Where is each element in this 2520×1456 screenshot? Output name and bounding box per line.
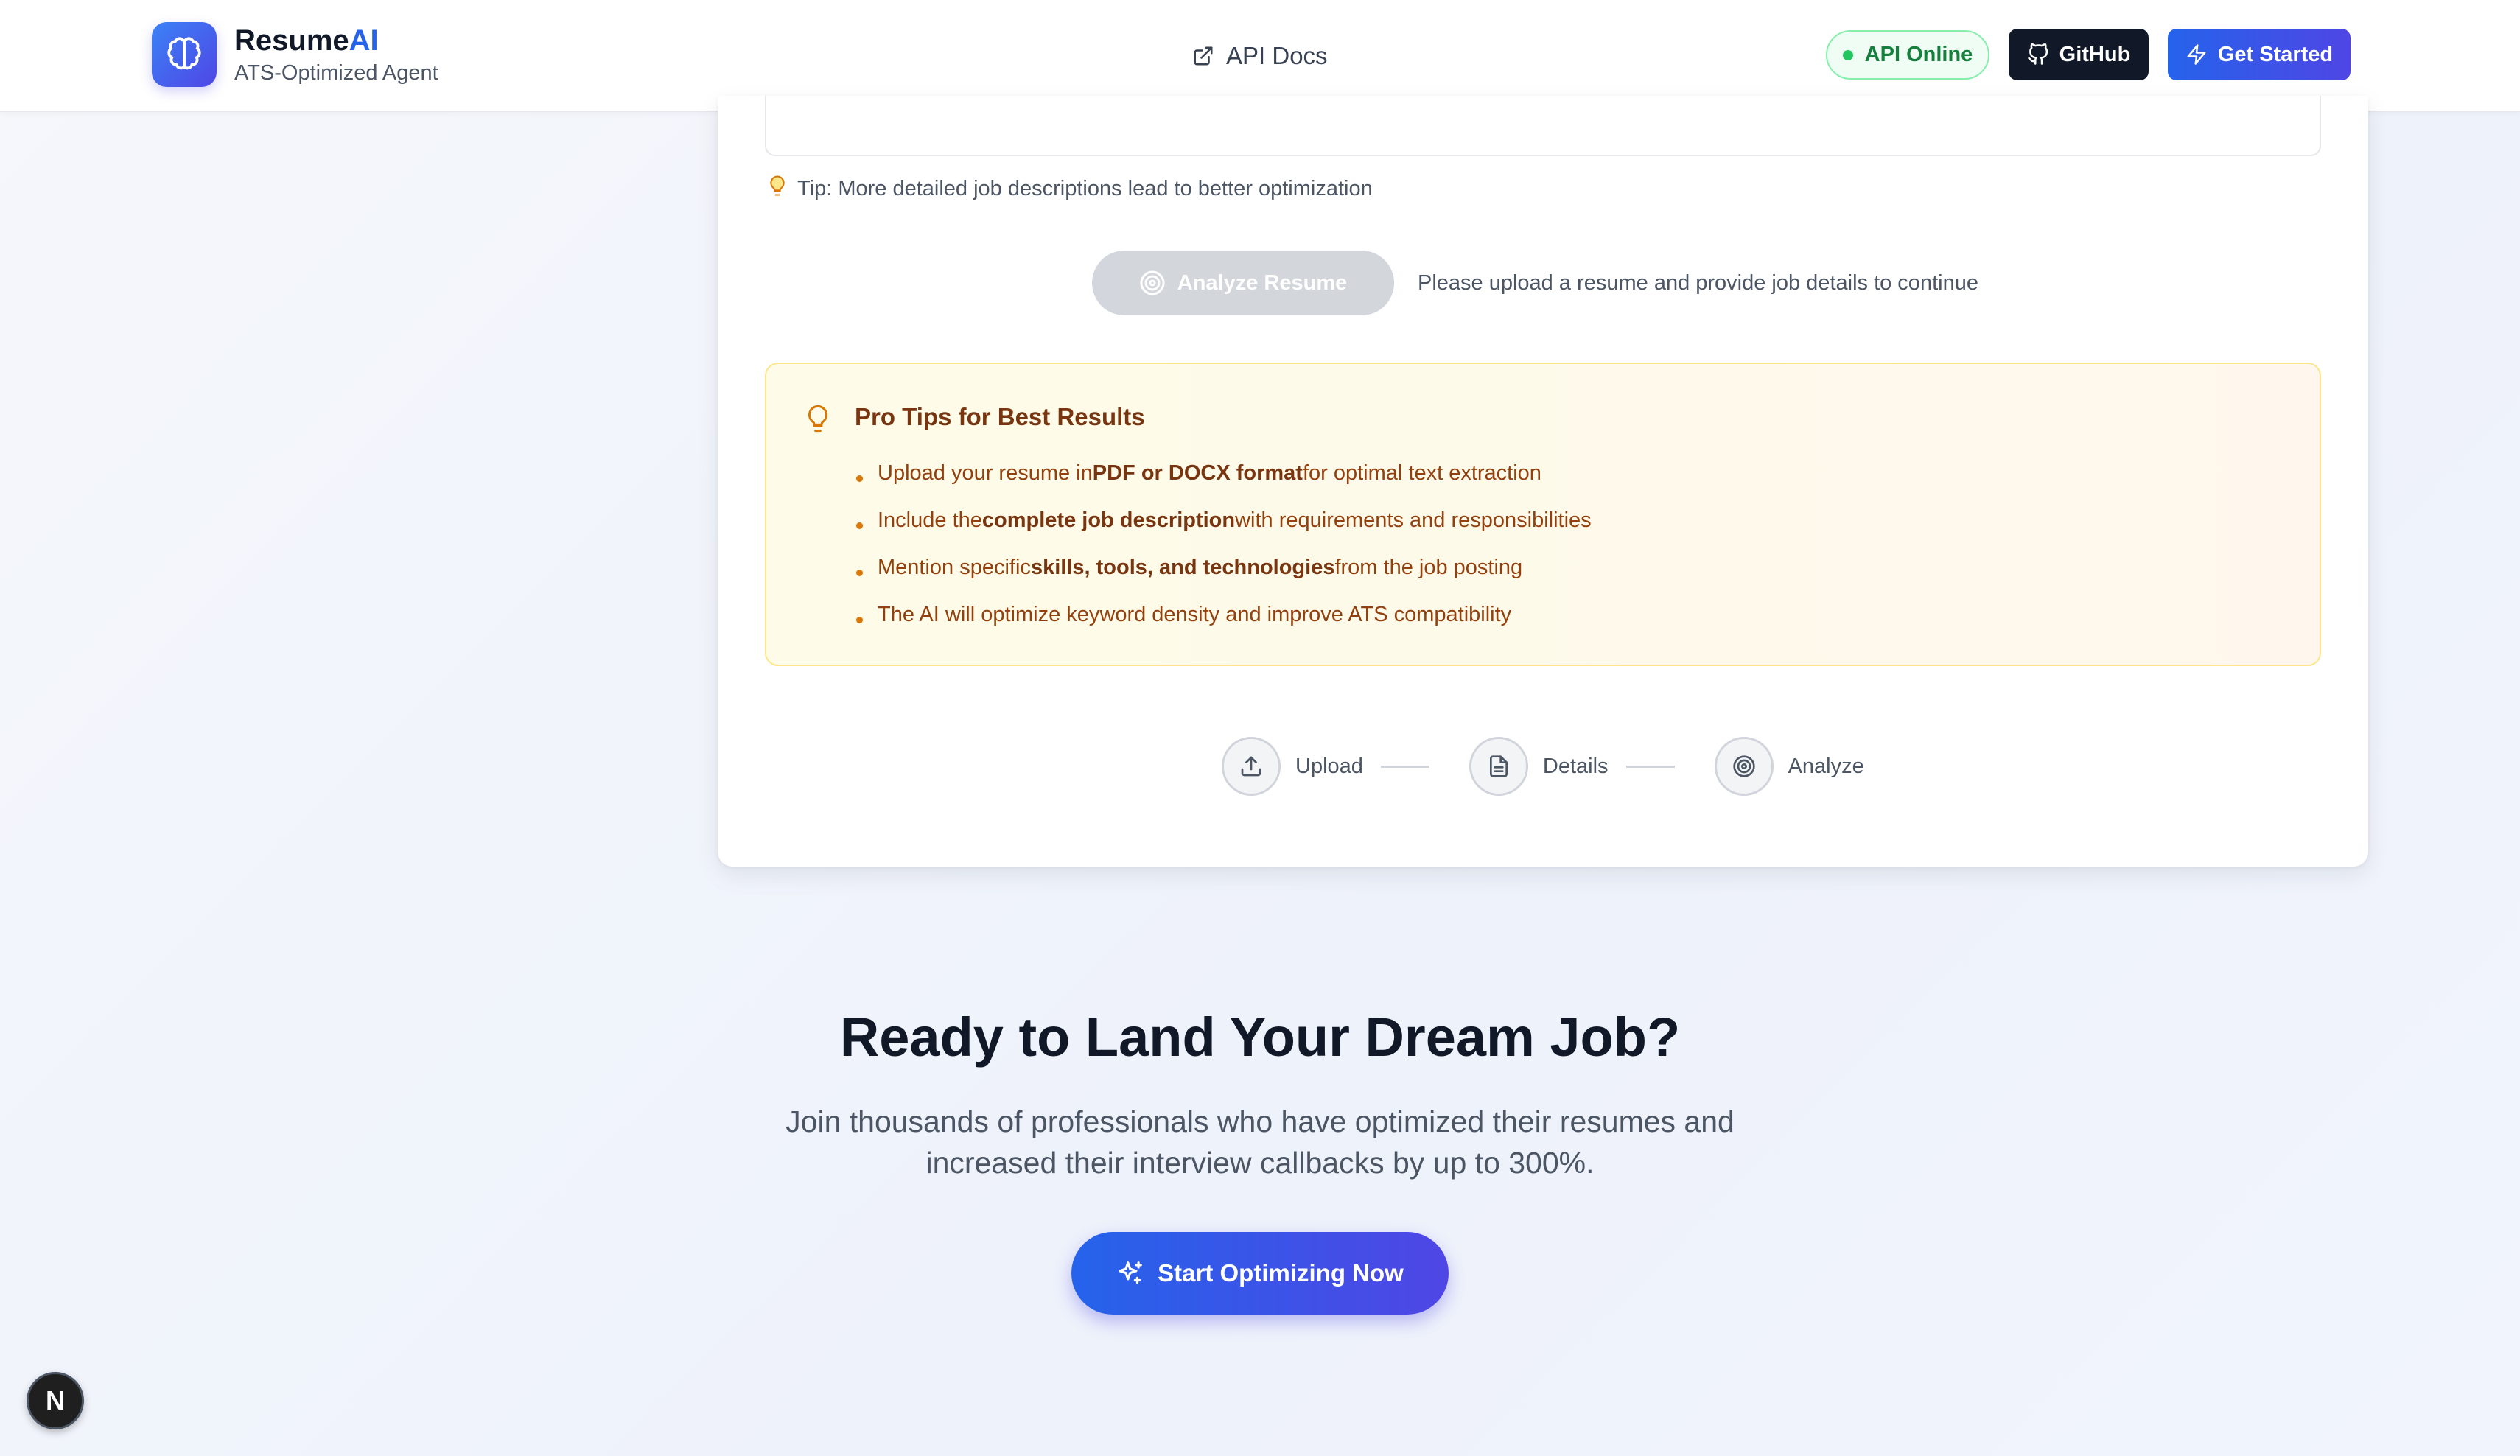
list-item: Mention specific skills, tools, and tech… — [856, 544, 1592, 591]
bullet-icon — [856, 522, 863, 529]
github-label: GitHub — [2059, 42, 2131, 66]
zap-icon — [2187, 44, 2206, 65]
job-description-textarea[interactable] — [765, 96, 2321, 156]
api-docs-link[interactable]: API Docs — [1192, 37, 1328, 75]
step-label: Upload — [1295, 754, 1363, 778]
external-link-icon — [1194, 46, 1213, 66]
github-icon — [2027, 43, 2048, 65]
cta-title: Ready to Land Your Dream Job? — [839, 1007, 1681, 1068]
start-optimizing-button[interactable]: Start Optimizing Now — [1071, 1232, 1449, 1315]
pro-tips-panel: Pro Tips for Best Results Upload your re… — [765, 363, 2321, 666]
progress-steps: Upload Details Analyze — [1222, 737, 1864, 796]
brand[interactable]: ResumeAI ATS-Optimized Agent — [152, 22, 438, 87]
cta-subtitle: Join thousands of professionals who have… — [785, 1105, 1735, 1180]
step-label: Details — [1542, 754, 1609, 778]
bullet-icon — [856, 475, 863, 482]
get-started-label: Get Started — [2217, 42, 2334, 66]
brand-subtitle: ATS-Optimized Agent — [234, 61, 438, 85]
analyze-resume-button[interactable]: Analyze Resume — [1092, 251, 1394, 315]
start-optimizing-label: Start Optimizing Now — [1158, 1259, 1404, 1287]
pro-tips-list: Upload your resume in PDF or DOCX format… — [856, 449, 1592, 638]
bullet-icon — [856, 616, 863, 623]
target-icon — [1714, 737, 1774, 796]
step-analyze: Analyze — [1714, 737, 1864, 796]
list-item: Upload your resume in PDF or DOCX format… — [856, 449, 1592, 497]
step-connector — [1625, 765, 1675, 768]
bullet-icon — [856, 569, 863, 576]
github-button[interactable]: GitHub — [2009, 29, 2149, 80]
tip-text: Tip: More detailed job descriptions lead… — [797, 176, 1373, 200]
analyze-hint-text: Please upload a resume and provide job d… — [1418, 271, 1978, 295]
brain-icon — [152, 22, 217, 87]
pro-tips-title: Pro Tips for Best Results — [855, 403, 1145, 430]
brand-name: ResumeAI — [234, 24, 379, 57]
status-dot-icon — [1842, 49, 1853, 60]
step-details: Details — [1469, 737, 1609, 796]
step-connector — [1380, 765, 1429, 768]
get-started-button[interactable]: Get Started — [2168, 29, 2351, 80]
api-status-badge: API Online — [1826, 30, 1989, 80]
analyze-resume-label: Analyze Resume — [1177, 270, 1348, 295]
api-docs-label: API Docs — [1226, 42, 1328, 69]
sparkles-icon — [1119, 1261, 1142, 1284]
job-description-tip: Tip: More detailed job descriptions lead… — [766, 174, 1373, 203]
file-text-icon — [1469, 737, 1528, 796]
dev-badge-label: N — [46, 1385, 65, 1415]
lightbulb-icon — [766, 174, 788, 203]
upload-icon — [1222, 737, 1281, 796]
step-label: Analyze — [1788, 754, 1864, 778]
dev-tools-badge[interactable]: N — [27, 1372, 84, 1429]
list-item: Include the complete job description wit… — [856, 497, 1592, 544]
step-upload: Upload — [1222, 737, 1363, 796]
lightbulb-icon — [803, 401, 833, 440]
api-status-label: API Online — [1864, 43, 1973, 66]
list-item: The AI will optimize keyword density and… — [856, 591, 1592, 638]
target-icon — [1140, 270, 1165, 295]
